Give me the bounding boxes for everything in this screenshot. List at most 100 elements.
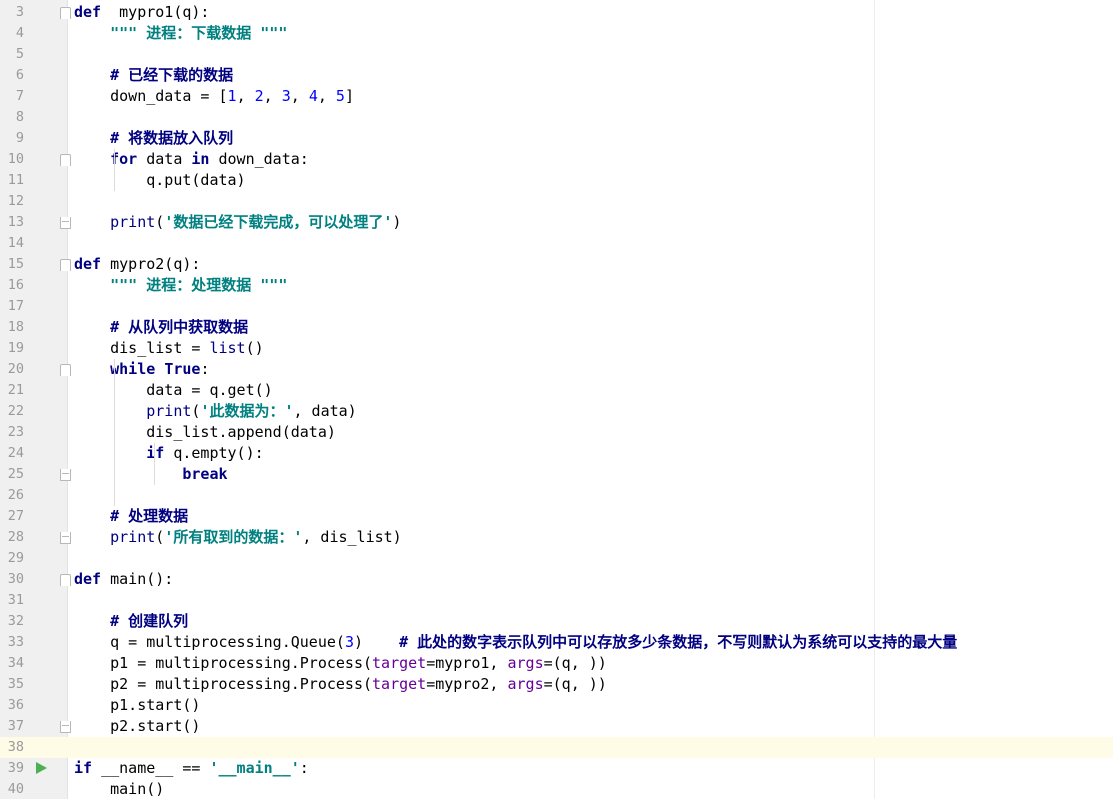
code-text: p1.start() — [74, 695, 200, 716]
code-line[interactable]: 11 q.put(data) — [0, 170, 1113, 191]
code-line[interactable]: 38 — [0, 737, 1113, 758]
code-line[interactable]: 14 — [0, 233, 1113, 254]
code-line[interactable]: 24 if q.empty(): — [0, 443, 1113, 464]
code-text: q = multiprocessing.Queue(3) # 此处的数字表示队列… — [74, 632, 957, 653]
line-number: 24 — [7, 445, 24, 461]
fold-end-icon[interactable] — [60, 217, 71, 229]
code-text: # 已经下载的数据 — [74, 65, 233, 86]
code-token: =mypro2, — [426, 675, 508, 693]
code-editor[interactable]: 3 def mypro1(q): 4 """ 进程：下载数据 """ 5 6 # 已经下… — [0, 0, 1113, 799]
code-line[interactable]: 20 while True: — [0, 359, 1113, 380]
code-text: while True: — [74, 359, 209, 380]
code-text: p2.start() — [74, 716, 200, 737]
code-line[interactable]: 18 # 从队列中获取数据 — [0, 317, 1113, 338]
run-icon[interactable] — [36, 762, 47, 774]
code-line[interactable]: 35 p2 = multiprocessing.Process(target=m… — [0, 674, 1113, 695]
code-line[interactable]: 27 # 处理数据 — [0, 506, 1113, 527]
line-number: 28 — [7, 529, 24, 545]
code-line[interactable]: 36 p1.start() — [0, 695, 1113, 716]
code-token: True — [164, 360, 201, 378]
code-token: in — [191, 150, 210, 168]
code-line[interactable]: 31 — [0, 590, 1113, 611]
line-number: 21 — [7, 382, 24, 398]
code-line[interactable]: 28 print('所有取到的数据：', dis_list) — [0, 527, 1113, 548]
code-line[interactable]: 22 print('此数据为：', data) — [0, 401, 1113, 422]
code-token: list — [209, 339, 246, 357]
fold-start-icon[interactable] — [60, 259, 71, 271]
code-token: dis_list = — [74, 339, 210, 357]
line-number: 5 — [15, 46, 24, 62]
line-number: 18 — [7, 319, 24, 335]
fold-start-icon[interactable] — [60, 574, 71, 586]
code-line[interactable]: 40 main() — [0, 779, 1113, 800]
code-line[interactable]: 23 dis_list.append(data) — [0, 422, 1113, 443]
code-token: =(q, )) — [543, 654, 607, 672]
fold-start-icon[interactable] — [60, 154, 71, 166]
code-line[interactable]: 29 — [0, 548, 1113, 569]
line-number: 11 — [7, 172, 24, 188]
fold-end-icon[interactable] — [60, 469, 71, 481]
code-token: target — [372, 675, 427, 693]
code-token: =(q, )) — [543, 675, 607, 693]
code-line[interactable]: 30 def main(): — [0, 569, 1113, 590]
code-line[interactable]: 7 down_data = [1, 2, 3, 4, 5] — [0, 86, 1113, 107]
indent-guide — [114, 149, 115, 191]
code-text: dis_list = list() — [74, 338, 264, 359]
line-number: 27 — [7, 508, 24, 524]
fold-end-icon[interactable] — [60, 532, 71, 544]
code-token: print — [146, 402, 192, 420]
code-line[interactable]: 16 """ 进程：处理数据 """ — [0, 275, 1113, 296]
code-token: """ 进程：下载数据 """ — [110, 24, 288, 42]
code-line[interactable]: 33 q = multiprocessing.Queue(3) # 此处的数字表… — [0, 632, 1113, 653]
code-text: # 将数据放入队列 — [74, 128, 233, 149]
code-token: ) — [392, 213, 402, 231]
code-token: '此数据为：' — [200, 402, 294, 420]
code-line[interactable]: 17 — [0, 296, 1113, 317]
code-token: q.empty(): — [164, 444, 264, 462]
code-line[interactable]: 8 — [0, 107, 1113, 128]
code-token: main() — [74, 780, 165, 798]
code-line[interactable]: 32 # 创建队列 — [0, 611, 1113, 632]
code-line[interactable]: 37 p2.start() — [0, 716, 1113, 737]
code-line[interactable]: 13 print('数据已经下载完成，可以处理了') — [0, 212, 1113, 233]
code-line[interactable]: 21 data = q.get() — [0, 380, 1113, 401]
code-line[interactable]: 26 — [0, 485, 1113, 506]
line-number: 30 — [7, 571, 24, 587]
code-line[interactable]: 19 dis_list = list() — [0, 338, 1113, 359]
code-line[interactable]: 12 — [0, 191, 1113, 212]
code-line[interactable]: 25 break — [0, 464, 1113, 485]
code-line[interactable]: 9 # 将数据放入队列 — [0, 128, 1113, 149]
code-line[interactable]: 4 """ 进程：下载数据 """ — [0, 23, 1113, 44]
line-number: 31 — [7, 592, 24, 608]
code-line[interactable]: 6 # 已经下载的数据 — [0, 65, 1113, 86]
fold-start-icon[interactable] — [60, 7, 71, 19]
fold-start-icon[interactable] — [60, 364, 71, 376]
code-token: '所有取到的数据：' — [164, 528, 303, 546]
code-token: if — [74, 759, 93, 777]
code-line[interactable]: 3 def mypro1(q): — [0, 2, 1113, 23]
code-line[interactable]: 5 — [0, 44, 1113, 65]
code-line[interactable]: 34 p1 = multiprocessing.Process(target=m… — [0, 653, 1113, 674]
indent-guide — [114, 359, 115, 506]
fold-end-icon[interactable] — [60, 721, 71, 733]
line-number: 6 — [15, 67, 24, 83]
code-line[interactable]: 15 def mypro2(q): — [0, 254, 1113, 275]
code-text: main() — [74, 779, 164, 800]
code-token: ( — [155, 213, 165, 231]
code-text: for data in down_data: — [74, 149, 309, 170]
code-token: """ 进程：处理数据 """ — [110, 276, 288, 294]
code-text: down_data = [1, 2, 3, 4, 5] — [74, 86, 354, 107]
line-number: 38 — [7, 739, 24, 755]
code-text: def mypro2(q): — [74, 254, 200, 275]
code-token: , data) — [293, 402, 357, 420]
code-line[interactable]: 39 if __name__ == '__main__': — [0, 758, 1113, 779]
code-line[interactable]: 10 for data in down_data: — [0, 149, 1113, 170]
code-text: if __name__ == '__main__': — [74, 758, 309, 779]
